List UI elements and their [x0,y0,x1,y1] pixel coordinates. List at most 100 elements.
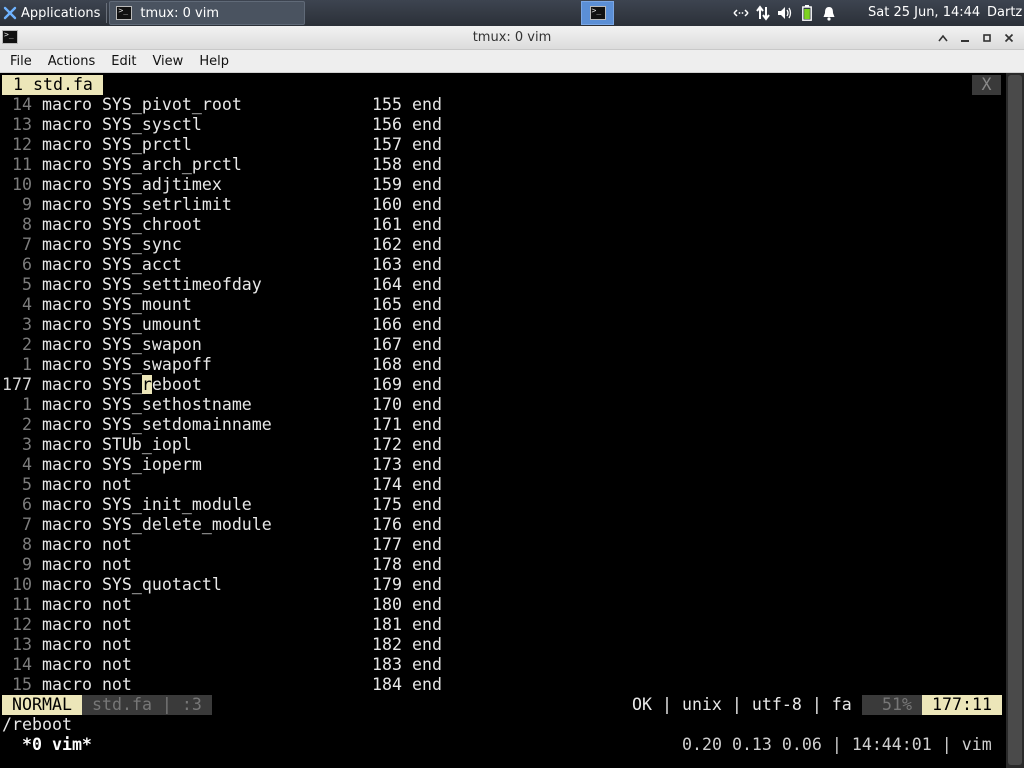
buffer-line: 14 macro not 183 end [0,655,1006,675]
buffer-line: 12 macro not 181 end [0,615,1006,635]
workspace-switcher-button[interactable]: >_ [581,1,614,25]
close-icon[interactable] [998,27,1020,49]
menu-view[interactable]: View [144,50,191,73]
buffer-line: 2 macro SYS_setdomainname 171 end [0,415,1006,435]
vim-command-line[interactable]: /reboot [2,715,72,735]
xfce-logo-icon [3,6,17,20]
line-number: 13 [12,115,32,134]
buffer-line: 7 macro SYS_sync 162 end [0,235,1006,255]
line-number: 9 [22,195,32,214]
tmux-window-tab[interactable]: *0 vim* [12,735,92,755]
line-text-right: 161 end [372,215,442,234]
maximize-icon[interactable] [976,27,998,49]
buffer-line: 9 macro not 178 end [0,555,1006,575]
line-text-right: 174 end [372,475,442,494]
buffer-line: 6 macro SYS_acct 163 end [0,255,1006,275]
line-number: 8 [22,215,32,234]
buffer-line: 3 macro SYS_umount 166 end [0,315,1006,335]
vim-tab-current[interactable]: 1 std.fa [2,75,103,95]
panel-clock[interactable]: Sat 25 Jun, 14:44 [868,0,980,26]
line-number: 14 [12,95,32,114]
buffer-line: 13 macro not 182 end [0,635,1006,655]
buffer-line: 8 macro SYS_chroot 161 end [0,215,1006,235]
vim-scroll-percent: 51% [862,695,922,715]
line-text: macro SYS_umount [42,315,202,334]
vim-statusline: NORMAL std.fa | :3 OK | unix | utf-8 | f… [0,695,1006,715]
scrollbar-thumb[interactable] [1008,75,1022,765]
line-number: 10 [12,575,32,594]
line-number: 6 [22,255,32,274]
terminal-icon: >_ [589,6,606,20]
line-text-right: 157 end [372,135,442,154]
line-text-right: 171 end [372,415,442,434]
bell-icon[interactable] [818,0,840,26]
line-number: 1 [22,395,32,414]
volume-icon[interactable] [774,0,796,26]
line-number: 2 [22,415,32,434]
applications-menu[interactable]: Applications [0,0,104,26]
line-text: macro SYS_setrlimit [42,195,232,214]
menu-actions[interactable]: Actions [40,50,104,73]
text-after-cursor: eboot [151,375,202,394]
vim-mode-indicator: NORMAL [2,695,82,715]
line-text: macro SYS_init_module [42,495,252,514]
line-text-right: 178 end [372,555,442,574]
line-number: 8 [22,535,32,554]
line-text-right: 180 end [372,595,442,614]
buffer-line: 2 macro SYS_swapon 167 end [0,335,1006,355]
vim-file-info: OK | unix | utf-8 | fa [632,695,852,714]
line-text-right: 169 end [372,375,442,394]
window-titlebar[interactable]: >_ tmux: 0 vim [0,26,1024,50]
line-text: macro not [42,635,132,654]
menu-file[interactable]: File [2,50,40,73]
line-text-right: 165 end [372,295,442,314]
line-text-right: 155 end [372,95,442,114]
vim-tab-close-button[interactable]: X [972,75,1001,95]
roll-up-icon[interactable] [932,27,954,49]
battery-icon[interactable] [796,0,818,26]
line-number: 15 [12,675,32,694]
buffer-line: 10 macro SYS_quotactl 179 end [0,575,1006,595]
line-text: macro SYS_sethostname [42,395,252,414]
menu-help[interactable]: Help [191,50,237,73]
line-text-right: 184 end [372,675,442,694]
line-text-right: 164 end [372,275,442,294]
buffer-line: 14 macro SYS_pivot_root 155 end [0,95,1006,115]
line-text: macro SYS_acct [42,255,182,274]
line-text: macro SYS_mount [42,295,192,314]
transfer-icon[interactable] [752,0,774,26]
tmux-status-bar: *0 vim* 0.20 0.13 0.06 | 14:44:01 | vim [0,735,1006,755]
vim-tabline: 1 std.fa X [0,75,1006,95]
line-number: 11 [12,595,32,614]
terminal-scrollbar[interactable] [1006,73,1024,768]
taskbar-window-button[interactable]: >_ tmux: 0 vim [109,1,306,25]
menu-edit[interactable]: Edit [103,50,144,73]
line-number: 11 [12,155,32,174]
line-number: 3 [22,435,32,454]
line-text: macro SYS_settimeofday [42,275,262,294]
buffer-line: 11 macro not 180 end [0,595,1006,615]
network-arrows-icon[interactable] [730,0,752,26]
buffer-line: 9 macro SYS_setrlimit 160 end [0,195,1006,215]
buffer-line: 13 macro SYS_sysctl 156 end [0,115,1006,135]
user-name[interactable]: Dartz [987,0,1022,26]
line-number: 1 [22,355,32,374]
line-text-right: 179 end [372,575,442,594]
vim-buffer[interactable]: 14 macro SYS_pivot_root 155 end 13 macro SY… [0,95,1006,695]
taskbar-window-title: tmux: 0 vim [140,5,219,21]
line-number: 2 [22,335,32,354]
terminal-area[interactable]: 1 std.fa X 14 macro SYS_pivot_root 155 end… [0,73,1024,768]
buffer-line: 6 macro SYS_init_module 175 end [0,495,1006,515]
vim-file-segment: std.fa | :3 [82,695,212,715]
line-text: macro SYS_ioperm [42,455,202,474]
line-number: 13 [12,635,32,654]
buffer-line: 15 macro not 184 end [0,675,1006,695]
line-text-right: 166 end [372,315,442,334]
buffer-line: 1 macro SYS_swapoff 168 end [0,355,1006,375]
buffer-line: 7 macro SYS_delete_module 176 end [0,515,1006,535]
line-text: macro SYS_chroot [42,215,202,234]
line-text: macro not [42,475,132,494]
line-number: 4 [22,455,32,474]
line-text-right: 183 end [372,655,442,674]
minimize-icon[interactable] [954,27,976,49]
